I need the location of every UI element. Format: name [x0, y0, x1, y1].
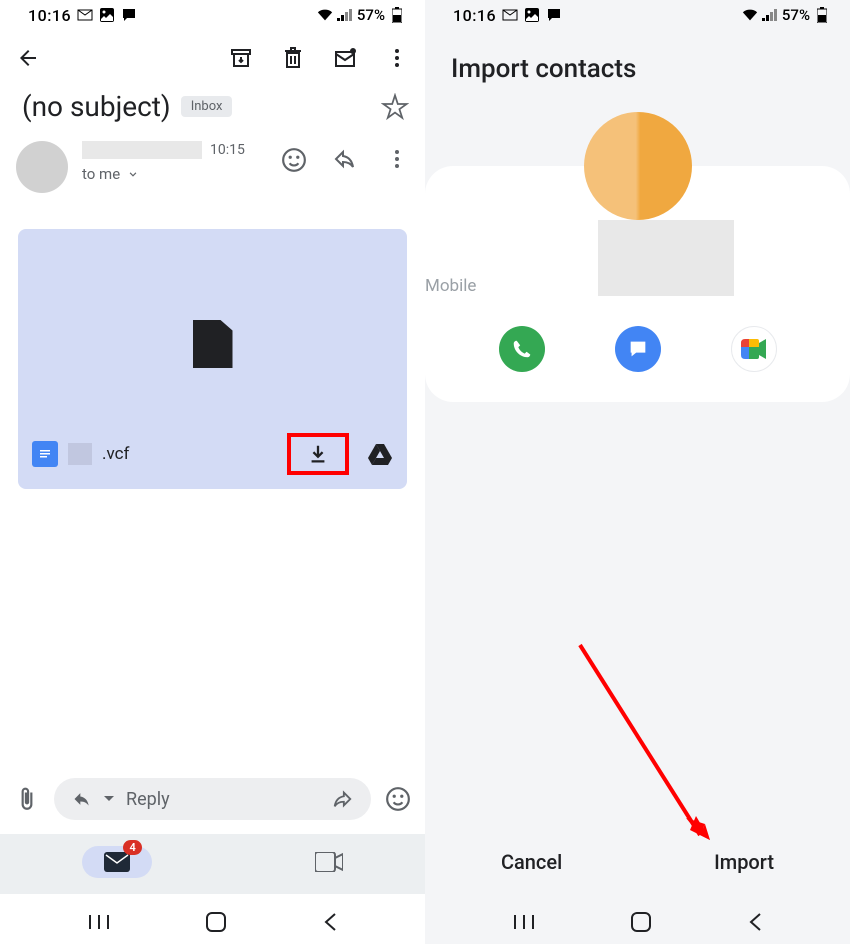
photo-status-icon: [99, 7, 115, 23]
photo-status-icon: [524, 7, 540, 23]
back-icon[interactable]: [16, 46, 40, 70]
back-nav-icon[interactable]: [748, 912, 762, 932]
email-time: 10:15: [210, 142, 245, 158]
nav-bar-left: [0, 894, 425, 944]
video-tab[interactable]: [315, 852, 343, 872]
archive-icon[interactable]: [229, 46, 253, 70]
recipient-row[interactable]: to me: [82, 165, 267, 183]
attach-icon[interactable]: [14, 786, 40, 812]
wifi-icon: [742, 7, 758, 23]
emoji-react-icon[interactable]: [281, 147, 305, 171]
reply-arrow-icon: [72, 789, 92, 809]
cancel-button[interactable]: Cancel: [501, 850, 562, 874]
inbox-badge[interactable]: Inbox: [181, 96, 233, 117]
more-icon[interactable]: [385, 46, 409, 70]
video-call-button[interactable]: [731, 326, 777, 372]
gmail-screen: 10:16 57% (no subject) Inbox: [0, 0, 425, 944]
recents-nav-icon[interactable]: [513, 913, 535, 931]
chat-icon: [627, 338, 649, 360]
wifi-icon: [317, 7, 333, 23]
video-icon: [315, 852, 343, 872]
sender-row: 10:15 to me: [0, 135, 425, 199]
contact-card: Mobile: [425, 166, 850, 402]
dropdown-icon: [104, 794, 114, 804]
status-bar-right: 10:16 57%: [425, 0, 850, 30]
subject-row: (no subject) Inbox: [0, 86, 425, 135]
message-button[interactable]: [615, 326, 661, 372]
mark-unread-icon[interactable]: [333, 46, 357, 70]
contact-avatar: [584, 112, 692, 220]
chevron-down-icon: [126, 167, 140, 181]
mobile-label: Mobile: [425, 276, 476, 296]
phone-icon: [511, 338, 533, 360]
status-time: 10:16: [453, 6, 496, 25]
gmail-status-icon: [502, 7, 518, 23]
reply-bar: Reply: [0, 764, 425, 834]
to-text: to me: [82, 165, 120, 183]
sender-more-icon[interactable]: [385, 147, 409, 171]
mail-icon: [104, 852, 130, 872]
home-nav-icon[interactable]: [630, 911, 652, 933]
recents-nav-icon[interactable]: [88, 913, 110, 931]
file-extension: .vcf: [102, 444, 129, 464]
battery-icon: [814, 7, 830, 23]
status-time: 10:16: [28, 6, 71, 25]
file-icon: [193, 320, 233, 368]
contact-actions: [425, 316, 850, 372]
download-button-highlighted[interactable]: [287, 433, 349, 475]
gmail-status-icon: [77, 7, 93, 23]
delete-icon[interactable]: [281, 46, 305, 70]
sender-avatar[interactable]: [16, 141, 68, 193]
chat-status-icon: [546, 7, 562, 23]
attachment-card[interactable]: .vcf: [18, 229, 407, 489]
reply-input[interactable]: Reply: [54, 778, 371, 820]
meet-icon: [741, 339, 767, 359]
reply-icon[interactable]: [333, 147, 357, 171]
forward-icon[interactable]: [331, 788, 353, 810]
email-subject: (no subject): [22, 90, 171, 123]
import-button[interactable]: Import: [714, 850, 774, 874]
signal-icon: [762, 7, 778, 23]
mail-tab[interactable]: 4: [82, 846, 152, 878]
page-title: Import contacts: [425, 30, 850, 112]
status-bar: 10:16 57%: [0, 0, 425, 30]
signal-icon: [337, 7, 353, 23]
nav-bar-right: [425, 894, 850, 944]
doc-type-icon: [32, 441, 58, 467]
home-nav-icon[interactable]: [205, 911, 227, 933]
emoji-icon[interactable]: [385, 786, 411, 812]
bottom-tabs: 4: [0, 834, 425, 894]
drive-icon[interactable]: [367, 441, 393, 467]
chat-status-icon: [121, 7, 137, 23]
battery-icon: [389, 7, 405, 23]
contact-detail-redacted: [598, 220, 734, 296]
import-button-row: Cancel Import: [425, 830, 850, 894]
gmail-toolbar: [0, 30, 425, 86]
reply-placeholder: Reply: [126, 789, 319, 810]
back-nav-icon[interactable]: [323, 912, 337, 932]
battery-percentage: 57%: [357, 6, 385, 24]
battery-percentage: 57%: [782, 6, 810, 24]
file-name-redacted: [68, 443, 92, 465]
sender-name-redacted: [82, 141, 202, 159]
star-icon[interactable]: [381, 93, 409, 121]
unread-badge: 4: [123, 840, 141, 855]
contacts-screen: 10:16 57% Import contacts Mobile: [425, 0, 850, 944]
download-icon: [307, 443, 329, 465]
call-button[interactable]: [499, 326, 545, 372]
